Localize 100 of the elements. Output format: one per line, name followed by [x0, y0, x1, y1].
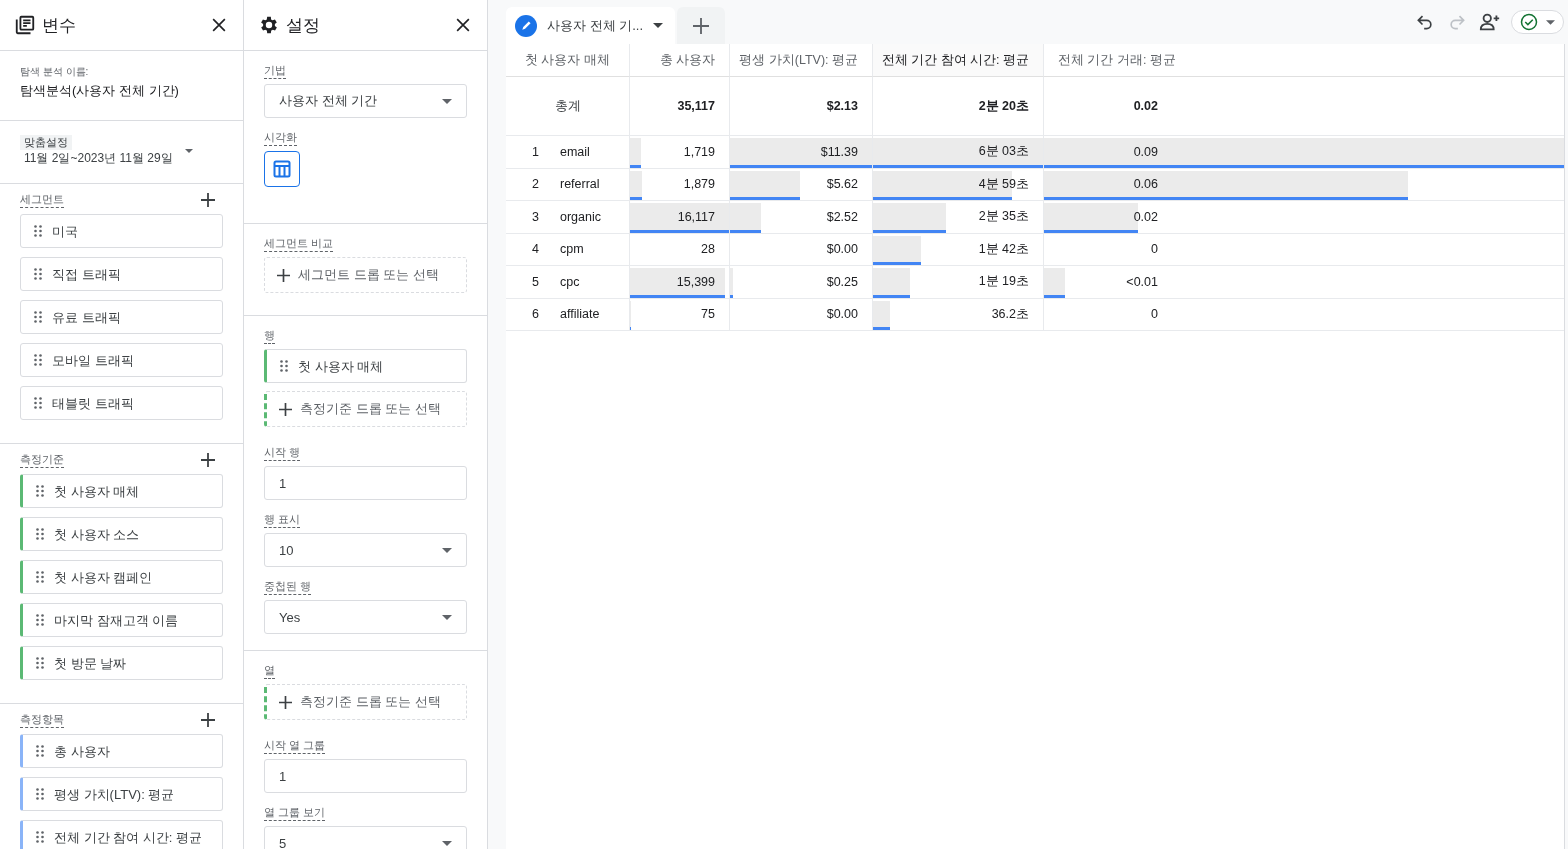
row-number: 2 — [532, 177, 540, 192]
caret-icon — [1546, 19, 1555, 25]
drag-handle-icon — [36, 528, 44, 540]
drag-handle-icon — [34, 397, 42, 409]
variable-chip[interactable]: 첫 사용자 소스 — [20, 517, 223, 551]
metric-value: 4분 59초 — [978, 175, 1029, 193]
tab[interactable]: 사용자 전체 기... — [506, 7, 676, 44]
plus-icon — [279, 695, 292, 709]
metric-value: 0.09 — [1132, 144, 1158, 159]
start-row-field[interactable]: 1 — [264, 466, 467, 500]
metric-value: 36.2초 — [991, 305, 1029, 323]
panel-title: 설정 — [286, 14, 321, 37]
variable-chip[interactable]: 첫 방문 날짜 — [20, 646, 223, 680]
caret-icon[interactable] — [184, 149, 193, 153]
dimension-value: organic — [560, 209, 601, 224]
drag-handle-icon — [36, 745, 44, 757]
exploration-name-field[interactable]: 탐색분석(사용자 전체 기간) — [20, 82, 223, 100]
add-tab-button[interactable] — [677, 7, 726, 44]
drop-zone[interactable]: 세그먼트 드롭 또는 선택 — [264, 257, 467, 293]
dimension-value: cpc — [560, 274, 580, 289]
variable-name: 모바일 트래픽 — [52, 351, 134, 370]
totals-label: 총계 — [554, 97, 581, 115]
metric-value: 1,719 — [683, 144, 715, 159]
metric-value: 1,879 — [683, 177, 715, 192]
variable-chip[interactable]: 총 사용자 — [20, 734, 223, 768]
drag-handle-icon — [36, 485, 44, 497]
field-label: 기법 — [264, 63, 286, 79]
column-groups-dropdown[interactable]: 5 — [264, 826, 467, 849]
variable-name: 평생 가치(LTV): 평균 — [54, 785, 175, 804]
table-visualization-button[interactable] — [264, 151, 300, 187]
table-icon — [273, 160, 291, 178]
row-number: 3 — [532, 209, 540, 224]
field-label: 탐색 분석 이름: — [20, 65, 90, 79]
variable-name: 전체 기간 참여 시간: 평균 — [54, 828, 203, 847]
metric-value: 0 — [1150, 242, 1158, 257]
variable-name: 미국 — [52, 222, 78, 241]
dimension-value: affiliate — [560, 307, 600, 322]
dimension-value: email — [560, 144, 590, 159]
total-value: 0.02 — [1132, 99, 1158, 113]
variable-name: 마지막 잠재고객 이름 — [54, 611, 179, 630]
variable-chip[interactable]: 직접 트래픽 — [20, 257, 223, 291]
section-title: 세그먼트 — [20, 192, 64, 208]
metric-value: 1분 19초 — [978, 273, 1029, 291]
section-title: 측정항목 — [20, 712, 64, 728]
date-range[interactable]: 11월 2일~2023년 11월 29일 — [20, 150, 173, 167]
column-header[interactable]: 전체 기간 거래: 평균 — [1043, 44, 1564, 77]
nested-rows-dropdown[interactable]: Yes — [264, 600, 467, 634]
caret-icon — [442, 98, 452, 104]
variable-chip[interactable]: 태블릿 트래픽 — [20, 386, 223, 420]
metric-value: $5.62 — [826, 177, 858, 192]
plus-icon — [201, 453, 215, 467]
metric-value: 2분 35초 — [978, 208, 1029, 226]
metric-value: 15,399 — [676, 274, 715, 289]
variable-chip[interactable]: 마지막 잠재고객 이름 — [20, 603, 223, 637]
drop-zone[interactable]: 측정기준 드롭 또는 선택 — [264, 391, 467, 427]
start-column-group-field[interactable]: 1 — [264, 759, 467, 793]
row-number: 4 — [532, 242, 540, 257]
variable-name: 태블릿 트래픽 — [52, 394, 134, 413]
field-label: 시각화 — [264, 130, 297, 146]
column-header[interactable]: 첫 사용자 매체 — [506, 44, 629, 77]
metric-value: 0.02 — [1132, 209, 1158, 224]
column-header[interactable]: 총 사용자 — [629, 44, 729, 77]
status-button[interactable] — [1511, 10, 1564, 34]
variable-chip[interactable]: 모바일 트래픽 — [20, 343, 223, 377]
variable-chip[interactable]: 평생 가치(LTV): 평균 — [20, 777, 223, 811]
dimension-value: referral — [560, 177, 600, 192]
plus-icon — [201, 193, 215, 207]
field-label: 행 — [264, 328, 275, 344]
variable-name: 첫 사용자 매체 — [54, 482, 140, 501]
field-label: 열 그룹 보기 — [264, 805, 326, 821]
variable-chip[interactable]: 유료 트래픽 — [20, 300, 223, 334]
field-label: 세그먼트 비교 — [264, 236, 334, 252]
variable-chip[interactable]: 전체 기간 참여 시간: 평균 — [20, 820, 223, 849]
variable-name: 유료 트래픽 — [52, 308, 121, 327]
technique-dropdown[interactable]: 사용자 전체 기간 — [264, 84, 467, 118]
metric-value: 6분 03초 — [978, 143, 1029, 161]
field-label: 시작 행 — [264, 445, 301, 461]
row-number: 5 — [532, 274, 540, 289]
section-title: 측정기준 — [20, 452, 64, 468]
check-circle-icon — [1520, 13, 1538, 31]
variable-chip[interactable]: 미국 — [20, 214, 223, 248]
caret-icon — [442, 840, 452, 846]
drop-zone[interactable]: 측정기준 드롭 또는 선택 — [264, 684, 467, 720]
column-header[interactable]: 전체 기간 참여 시간: 평균 — [872, 44, 1043, 77]
drag-handle-icon — [34, 311, 42, 323]
variable-name: 첫 사용자 캠페인 — [54, 568, 153, 587]
variable-chip[interactable]: 첫 사용자 매체 — [264, 349, 467, 383]
variable-chip[interactable]: 첫 사용자 캠페인 — [20, 560, 223, 594]
drag-handle-icon — [36, 831, 44, 843]
variable-chip[interactable]: 첫 사용자 매체 — [20, 474, 223, 508]
drag-handle-icon — [36, 788, 44, 800]
total-value: 35,117 — [677, 99, 715, 113]
show-rows-dropdown[interactable]: 10 — [264, 533, 467, 567]
field-label: 행 표시 — [264, 512, 301, 528]
metric-value: 0 — [1150, 307, 1158, 322]
plus-icon — [693, 17, 710, 34]
drag-handle-icon — [36, 614, 44, 626]
add-person-icon — [1479, 11, 1501, 33]
metric-value: 16,117 — [677, 209, 715, 224]
metric-value: 1분 42초 — [978, 240, 1029, 258]
